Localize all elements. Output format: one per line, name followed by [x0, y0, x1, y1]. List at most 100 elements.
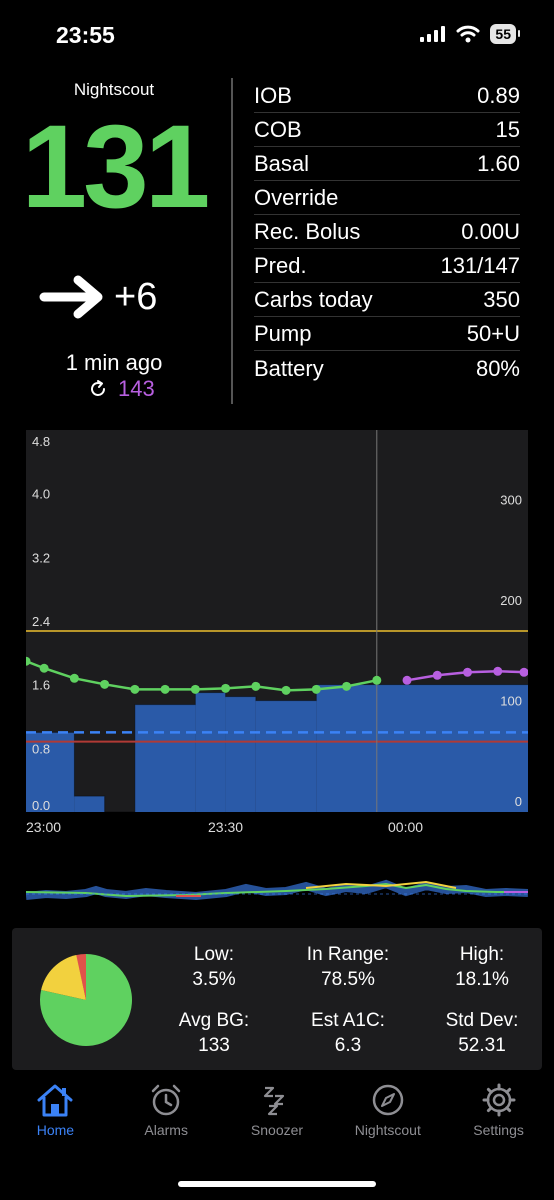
info-row-pred: Pred. 131/147	[254, 250, 520, 283]
prediction-row: 143	[88, 376, 155, 402]
tab-home[interactable]: Home	[0, 1082, 110, 1138]
glucose-value: 131	[21, 101, 211, 233]
info-label: Override	[254, 185, 339, 210]
predicted-value: 143	[118, 376, 155, 401]
info-row-override: Override	[254, 182, 520, 215]
left-axis-tick: 4.0	[32, 487, 50, 502]
stat-in-range: In Range: 78.5%	[283, 942, 413, 992]
panel-divider	[231, 78, 233, 404]
stat-label: Est A1C:	[311, 1010, 385, 1031]
x-tick-label: 23:30	[208, 819, 244, 835]
basal-bar	[225, 696, 256, 812]
info-value: 350	[483, 287, 520, 312]
info-row-iob: IOB 0.89	[254, 80, 520, 113]
left-axis-tick: 0.8	[32, 741, 50, 756]
zzz-icon	[263, 1086, 285, 1116]
tab-bar: Home Alarms Snoozer Nightscout Settings	[0, 1082, 554, 1138]
overview-chart[interactable]	[26, 866, 528, 906]
stat-label: Std Dev:	[445, 1010, 519, 1031]
bg-point	[342, 681, 352, 691]
alarm-clock-icon	[151, 1084, 181, 1116]
stat-value: 3.5%	[192, 969, 236, 990]
left-axis-tick: 1.6	[32, 678, 50, 693]
stats-panel: Low: 3.5% In Range: 78.5% High: 18.1% Av…	[12, 928, 542, 1070]
stat-value: 18.1%	[455, 969, 509, 990]
glucose-delta: +6	[114, 275, 158, 318]
info-label: COB	[254, 117, 302, 142]
stat-label: Low:	[193, 944, 235, 965]
left-axis-tick: 0.0	[32, 798, 50, 812]
bg-point	[130, 684, 140, 694]
info-label: Rec. Bolus	[254, 219, 361, 244]
bg-point	[281, 685, 291, 695]
info-table: IOB 0.89 COB 15 Basal 1.60 Override Rec. Bo…	[254, 80, 520, 386]
bg-point	[372, 675, 382, 685]
info-value: 80%	[475, 355, 520, 381]
trend-row: +6	[38, 272, 157, 322]
info-value: 15	[495, 117, 520, 142]
tab-label: Home	[36, 1122, 75, 1138]
gear-icon	[482, 1083, 516, 1117]
bg-point	[100, 679, 110, 689]
bg-point	[311, 684, 321, 694]
right-axis-tick: 100	[500, 693, 522, 708]
bg-point	[69, 673, 79, 683]
info-label: Battery	[254, 355, 324, 381]
stat-label: In Range:	[306, 944, 390, 965]
info-label: IOB	[254, 83, 292, 108]
info-label: Pred.	[254, 253, 307, 278]
info-value: 131/147	[440, 253, 520, 278]
arrow-right-icon	[39, 275, 103, 319]
info-value: 0.00U	[461, 219, 520, 244]
info-row-cob: COB 15	[254, 114, 520, 147]
bg-point	[39, 663, 49, 673]
basal-bar	[134, 704, 196, 812]
home-icon	[37, 1084, 73, 1117]
right-axis-tick: 200	[500, 593, 522, 608]
basal-bar	[74, 796, 105, 812]
stat-avg-bg: Avg BG: 133	[149, 1008, 279, 1058]
left-axis-tick: 3.2	[32, 550, 50, 565]
stat-std-dev: Std Dev: 52.31	[417, 1008, 547, 1058]
prediction-point	[402, 675, 412, 685]
stat-label: Avg BG:	[178, 1010, 250, 1031]
right-axis-tick: 300	[500, 492, 522, 507]
home-indicator	[178, 1181, 376, 1187]
app-name: Nightscout	[73, 80, 155, 99]
info-value: 1.60	[477, 151, 520, 176]
status-icons: 55	[420, 24, 520, 44]
tab-label: Settings	[473, 1122, 524, 1138]
x-tick-label: 00:00	[388, 819, 424, 835]
right-axis-tick: 0	[515, 794, 522, 809]
info-label: Pump	[254, 321, 312, 346]
basal-bar	[316, 684, 377, 812]
bg-point	[251, 681, 261, 691]
tab-alarms[interactable]: Alarms	[111, 1082, 221, 1138]
basal-bar	[195, 692, 226, 812]
info-row-basal: Basal 1.60	[254, 148, 520, 181]
status-time: 23:55	[56, 22, 115, 48]
tab-settings[interactable]: Settings	[444, 1082, 554, 1138]
bg-point	[190, 684, 200, 694]
compass-icon	[372, 1084, 404, 1116]
stat-value: 6.3	[334, 1035, 362, 1056]
reading-age: 1 min ago	[65, 350, 163, 375]
tab-label: Snoozer	[250, 1122, 304, 1138]
glucose-chart[interactable]: 4.8 4.0 3.2 2.4 1.6 0.8 0.0 300 200 100 0	[26, 430, 528, 812]
stat-low: Low: 3.5%	[149, 942, 279, 992]
range-pie-chart	[40, 954, 133, 1046]
stat-est-a1c: Est A1C: 6.3	[283, 1008, 413, 1058]
info-value: 0.89	[477, 83, 520, 108]
info-label: Basal	[254, 151, 310, 176]
stat-high: High: 18.1%	[417, 942, 547, 992]
battery-level: 55	[490, 24, 520, 44]
refresh-icon	[91, 380, 105, 396]
info-row-carbs-today: Carbs today 350	[254, 284, 520, 317]
tab-snoozer[interactable]: Snoozer	[222, 1082, 332, 1138]
left-axis-tick: 4.8	[32, 434, 50, 449]
tab-nightscout[interactable]: Nightscout	[333, 1082, 443, 1138]
wifi-icon	[456, 25, 480, 43]
info-row-pump: Pump 50+U	[254, 318, 520, 351]
left-axis-tick: 2.4	[32, 614, 50, 629]
stat-value: 133	[198, 1035, 230, 1056]
